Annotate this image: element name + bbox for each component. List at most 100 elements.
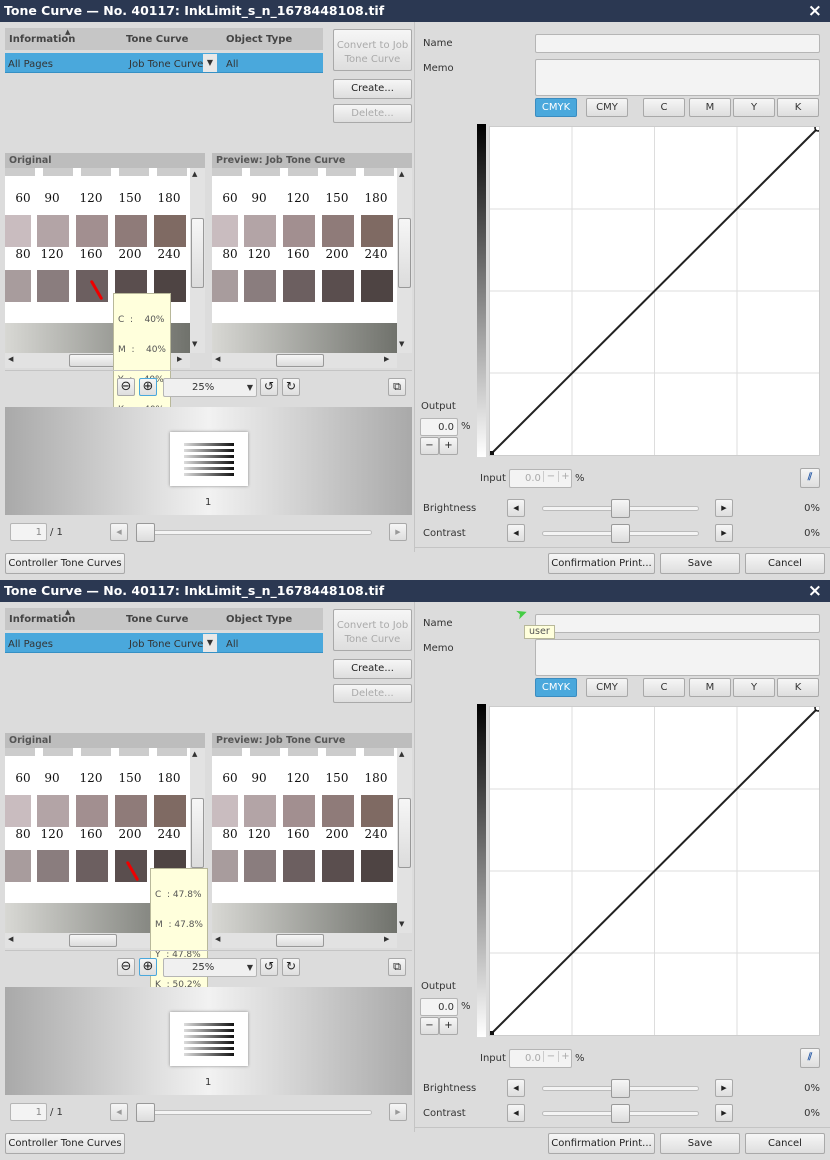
output-increment-button[interactable]: +: [439, 437, 458, 455]
scroll-down-icon[interactable]: ▼: [192, 340, 197, 348]
brightness-decrease-icon[interactable]: ◀: [507, 1079, 525, 1097]
contrast-increase-icon[interactable]: ▶: [715, 1104, 733, 1122]
scroll-thumb[interactable]: [191, 798, 204, 868]
scroll-thumb[interactable]: [398, 798, 411, 868]
page-slider-thumb[interactable]: [136, 1103, 155, 1122]
preview-image[interactable]: 60 90 120 150 180 80 120 160 200 240: [212, 168, 397, 353]
channel-button-k[interactable]: K: [777, 98, 819, 117]
delete-button[interactable]: Delete...: [333, 684, 412, 703]
scroll-up-icon[interactable]: ▲: [399, 750, 404, 758]
zoom-select[interactable]: 25% ▼: [163, 958, 257, 977]
convert-to-job-tone-curve-button[interactable]: Convert to Job Tone Curve: [333, 29, 412, 71]
horizontal-scrollbar[interactable]: ◀ ▶: [212, 933, 397, 948]
brightness-increase-icon[interactable]: ▶: [715, 1079, 733, 1097]
create-button[interactable]: Create...: [333, 79, 412, 99]
brightness-slider-thumb[interactable]: [611, 499, 630, 518]
output-input[interactable]: 0.0: [420, 998, 458, 1016]
chevron-down-icon[interactable]: ▼: [203, 54, 217, 72]
scroll-down-icon[interactable]: ▼: [399, 920, 404, 928]
channel-button-cmy[interactable]: CMY: [586, 98, 628, 117]
contrast-slider-thumb[interactable]: [611, 1104, 630, 1123]
page-input[interactable]: 1: [10, 523, 47, 541]
save-button[interactable]: Save: [660, 553, 740, 574]
channel-button-y[interactable]: Y: [733, 678, 775, 697]
chevron-down-icon[interactable]: ▼: [247, 963, 253, 972]
channel-button-y[interactable]: Y: [733, 98, 775, 117]
channel-button-cmy[interactable]: CMY: [586, 678, 628, 697]
reset-curve-icon[interactable]: ⫽: [800, 468, 820, 488]
preview-image[interactable]: 60 90 120 150 180 80 120 160 200 240: [212, 748, 397, 933]
scroll-left-icon[interactable]: ◀: [8, 935, 13, 943]
scroll-right-icon[interactable]: ▶: [384, 355, 389, 363]
memo-textarea[interactable]: [535, 639, 820, 676]
column-header-object-type[interactable]: Object Type: [226, 614, 292, 625]
page-slider[interactable]: [136, 1110, 372, 1115]
scroll-thumb[interactable]: [69, 934, 117, 947]
contrast-decrease-icon[interactable]: ◀: [507, 1104, 525, 1122]
scroll-down-icon[interactable]: ▼: [399, 340, 404, 348]
scroll-thumb[interactable]: [276, 354, 324, 367]
page-thumbnail[interactable]: [170, 432, 248, 486]
channel-button-k[interactable]: K: [777, 678, 819, 697]
page-thumbnail[interactable]: [170, 1012, 248, 1066]
close-icon[interactable]: ×: [808, 0, 822, 22]
name-input[interactable]: [535, 34, 820, 53]
confirmation-print-button[interactable]: Confirmation Print...: [548, 553, 655, 574]
confirmation-print-button[interactable]: Confirmation Print...: [548, 1133, 655, 1154]
brightness-slider-thumb[interactable]: [611, 1079, 630, 1098]
convert-to-job-tone-curve-button[interactable]: Convert to Job Tone Curve: [333, 609, 412, 651]
prev-page-icon[interactable]: ◀: [110, 523, 128, 541]
horizontal-scrollbar[interactable]: ◀ ▶: [212, 353, 397, 368]
vertical-scrollbar[interactable]: ▲ ▼: [190, 168, 205, 353]
output-increment-button[interactable]: +: [439, 1017, 458, 1035]
page-slider[interactable]: [136, 530, 372, 535]
contrast-increase-icon[interactable]: ▶: [715, 524, 733, 542]
input-decrement-button[interactable]: −: [543, 471, 558, 482]
save-button[interactable]: Save: [660, 1133, 740, 1154]
zoom-in-icon[interactable]: ⊕: [139, 378, 157, 396]
output-decrement-button[interactable]: −: [420, 1017, 439, 1035]
chevron-down-icon[interactable]: ▼: [203, 634, 217, 652]
input-field[interactable]: 0.0 − +: [509, 469, 572, 488]
contrast-decrease-icon[interactable]: ◀: [507, 524, 525, 542]
reset-curve-icon[interactable]: ⫽: [800, 1048, 820, 1068]
rotate-right-icon[interactable]: ↻: [282, 378, 300, 396]
scroll-left-icon[interactable]: ◀: [215, 355, 220, 363]
tone-curve-graph[interactable]: [489, 126, 820, 456]
rotate-left-icon[interactable]: ↺: [260, 958, 278, 976]
scroll-right-icon[interactable]: ▶: [384, 935, 389, 943]
scroll-thumb[interactable]: [69, 354, 117, 367]
table-row[interactable]: All Pages Job Tone Curve ▼ All: [5, 633, 323, 653]
tone-curve-select[interactable]: Job Tone Curve: [129, 639, 203, 650]
scroll-up-icon[interactable]: ▲: [399, 170, 404, 178]
next-page-icon[interactable]: ▶: [389, 523, 407, 541]
contrast-slider-thumb[interactable]: [611, 524, 630, 543]
new-window-icon[interactable]: ⧉: [388, 958, 406, 976]
vertical-scrollbar[interactable]: ▲ ▼: [397, 168, 412, 353]
scroll-left-icon[interactable]: ◀: [215, 935, 220, 943]
input-field[interactable]: 0.0 − +: [509, 1049, 572, 1068]
output-decrement-button[interactable]: −: [420, 437, 439, 455]
zoom-out-icon[interactable]: ⊖: [117, 958, 135, 976]
column-header-tone-curve[interactable]: Tone Curve: [126, 614, 188, 625]
tone-curve-graph[interactable]: [489, 706, 820, 1036]
close-icon[interactable]: ×: [808, 580, 822, 602]
channel-button-m[interactable]: M: [689, 98, 731, 117]
vertical-scrollbar[interactable]: ▲ ▼: [397, 748, 412, 933]
cancel-button[interactable]: Cancel: [745, 1133, 825, 1154]
prev-page-icon[interactable]: ◀: [110, 1103, 128, 1121]
delete-button[interactable]: Delete...: [333, 104, 412, 123]
column-header-object-type[interactable]: Object Type: [226, 34, 292, 45]
scroll-up-icon[interactable]: ▲: [192, 170, 197, 178]
tone-curve-select[interactable]: Job Tone Curve: [129, 59, 203, 70]
controller-tone-curves-button[interactable]: Controller Tone Curves: [5, 1133, 125, 1154]
scroll-thumb[interactable]: [398, 218, 411, 288]
page-slider-thumb[interactable]: [136, 523, 155, 542]
scroll-thumb[interactable]: [276, 934, 324, 947]
channel-button-cmyk[interactable]: CMYK: [535, 678, 577, 697]
channel-button-c[interactable]: C: [643, 678, 685, 697]
channel-button-cmyk[interactable]: CMYK: [535, 98, 577, 117]
scroll-left-icon[interactable]: ◀: [8, 355, 13, 363]
input-decrement-button[interactable]: −: [543, 1051, 558, 1062]
next-page-icon[interactable]: ▶: [389, 1103, 407, 1121]
